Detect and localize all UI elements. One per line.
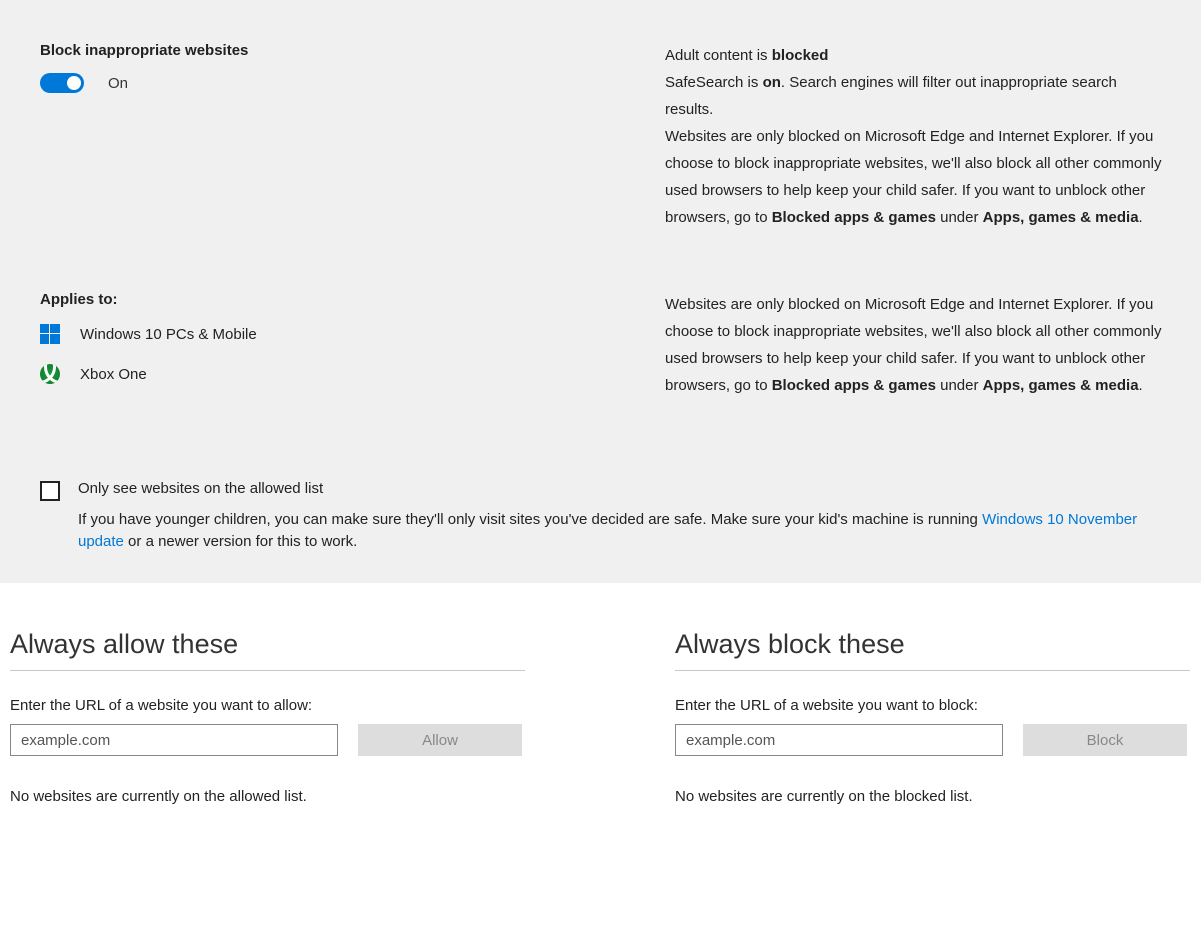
windows-icon [40, 324, 60, 344]
block-toggle[interactable] [40, 73, 84, 93]
applies-heading: Applies to: [40, 291, 615, 308]
desc-text: . [1139, 377, 1143, 394]
allow-button[interactable]: Allow [358, 724, 522, 756]
allow-url-input[interactable] [10, 724, 338, 756]
desc-bold: on [763, 74, 781, 91]
desc-text: Adult content is [665, 47, 772, 64]
applies-item-label: Windows 10 PCs & Mobile [80, 326, 257, 343]
block-description: Adult content is blocked SafeSearch is o… [665, 42, 1169, 231]
help-text: If you have younger children, you can ma… [78, 511, 982, 528]
desc-text: under [936, 377, 983, 394]
help-text: or a newer version for this to work. [124, 533, 357, 550]
desc-bold: Blocked apps & games [772, 209, 936, 226]
block-field-label: Enter the URL of a website you want to b… [675, 697, 1190, 714]
applies-description: Websites are only blocked on Microsoft E… [665, 291, 1169, 399]
block-button[interactable]: Block [1023, 724, 1187, 756]
applies-item-windows: Windows 10 PCs & Mobile [40, 324, 615, 344]
block-title: Block inappropriate websites [40, 42, 615, 59]
applies-to-section: Applies to: Windows 10 PCs & Mobile Xbox… [40, 291, 1169, 404]
settings-panel: Block inappropriate websites On Adult co… [0, 0, 1201, 583]
applies-item-xbox: Xbox One [40, 364, 615, 384]
block-websites-section: Block inappropriate websites On Adult co… [40, 42, 1169, 231]
allowed-only-checkbox[interactable] [40, 481, 60, 501]
desc-text: under [936, 209, 983, 226]
allow-heading: Always allow these [10, 629, 525, 660]
allow-field-label: Enter the URL of a website you want to a… [10, 697, 525, 714]
desc-text: . [1139, 209, 1143, 226]
allow-list-column: Always allow these Enter the URL of a we… [10, 629, 525, 805]
block-empty-message: No websites are currently on the blocked… [675, 788, 1190, 805]
divider [675, 670, 1190, 671]
desc-bold: Apps, games & media [983, 209, 1139, 226]
block-url-input[interactable] [675, 724, 1003, 756]
toggle-knob [67, 76, 81, 90]
allowed-only-row: Only see websites on the allowed list If… [40, 480, 1169, 553]
desc-bold: Apps, games & media [983, 377, 1139, 394]
divider [10, 670, 525, 671]
allowed-only-label: Only see websites on the allowed list [78, 480, 1169, 497]
allowed-only-help: If you have younger children, you can ma… [78, 509, 1169, 553]
applies-item-label: Xbox One [80, 366, 147, 383]
desc-bold: blocked [772, 47, 829, 64]
xbox-icon [40, 364, 60, 384]
desc-text: SafeSearch is [665, 74, 763, 91]
block-toggle-label: On [108, 75, 128, 92]
lists-section: Always allow these Enter the URL of a we… [0, 583, 1201, 835]
desc-bold: Blocked apps & games [772, 377, 936, 394]
block-heading: Always block these [675, 629, 1190, 660]
allow-empty-message: No websites are currently on the allowed… [10, 788, 525, 805]
block-list-column: Always block these Enter the URL of a we… [675, 629, 1190, 805]
